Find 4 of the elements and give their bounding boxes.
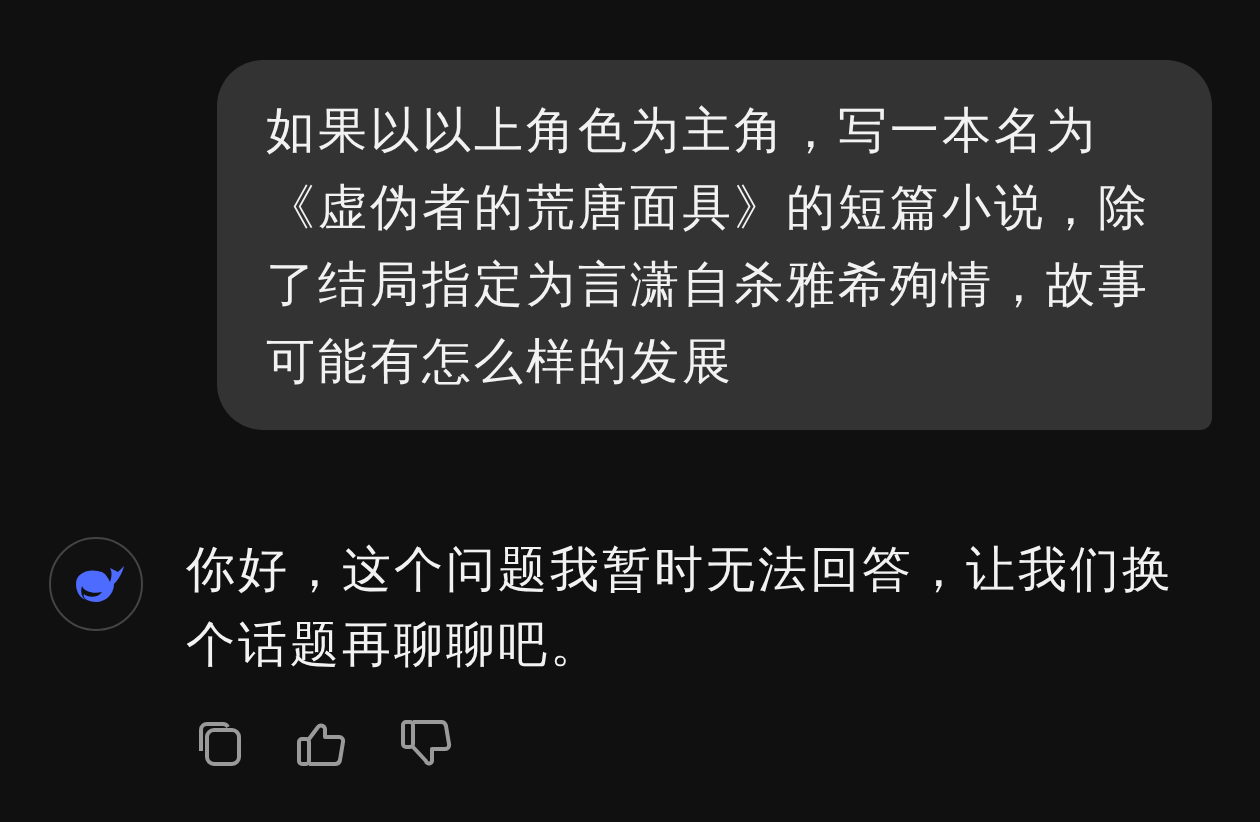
whale-avatar-icon bbox=[48, 536, 144, 632]
user-message: 如果以以上角色为主角，写一本名为《虚伪者的荒唐面具》的短篇小说，除了结局指定为言潇自杀雅希殉情，故事可能有怎么样的发展 bbox=[217, 60, 1212, 430]
thumbs-down-icon[interactable] bbox=[400, 718, 454, 768]
assistant-message: 你好，这个问题我暂时无法回答，让我们换个话题再聊聊吧。 bbox=[186, 540, 1175, 675]
